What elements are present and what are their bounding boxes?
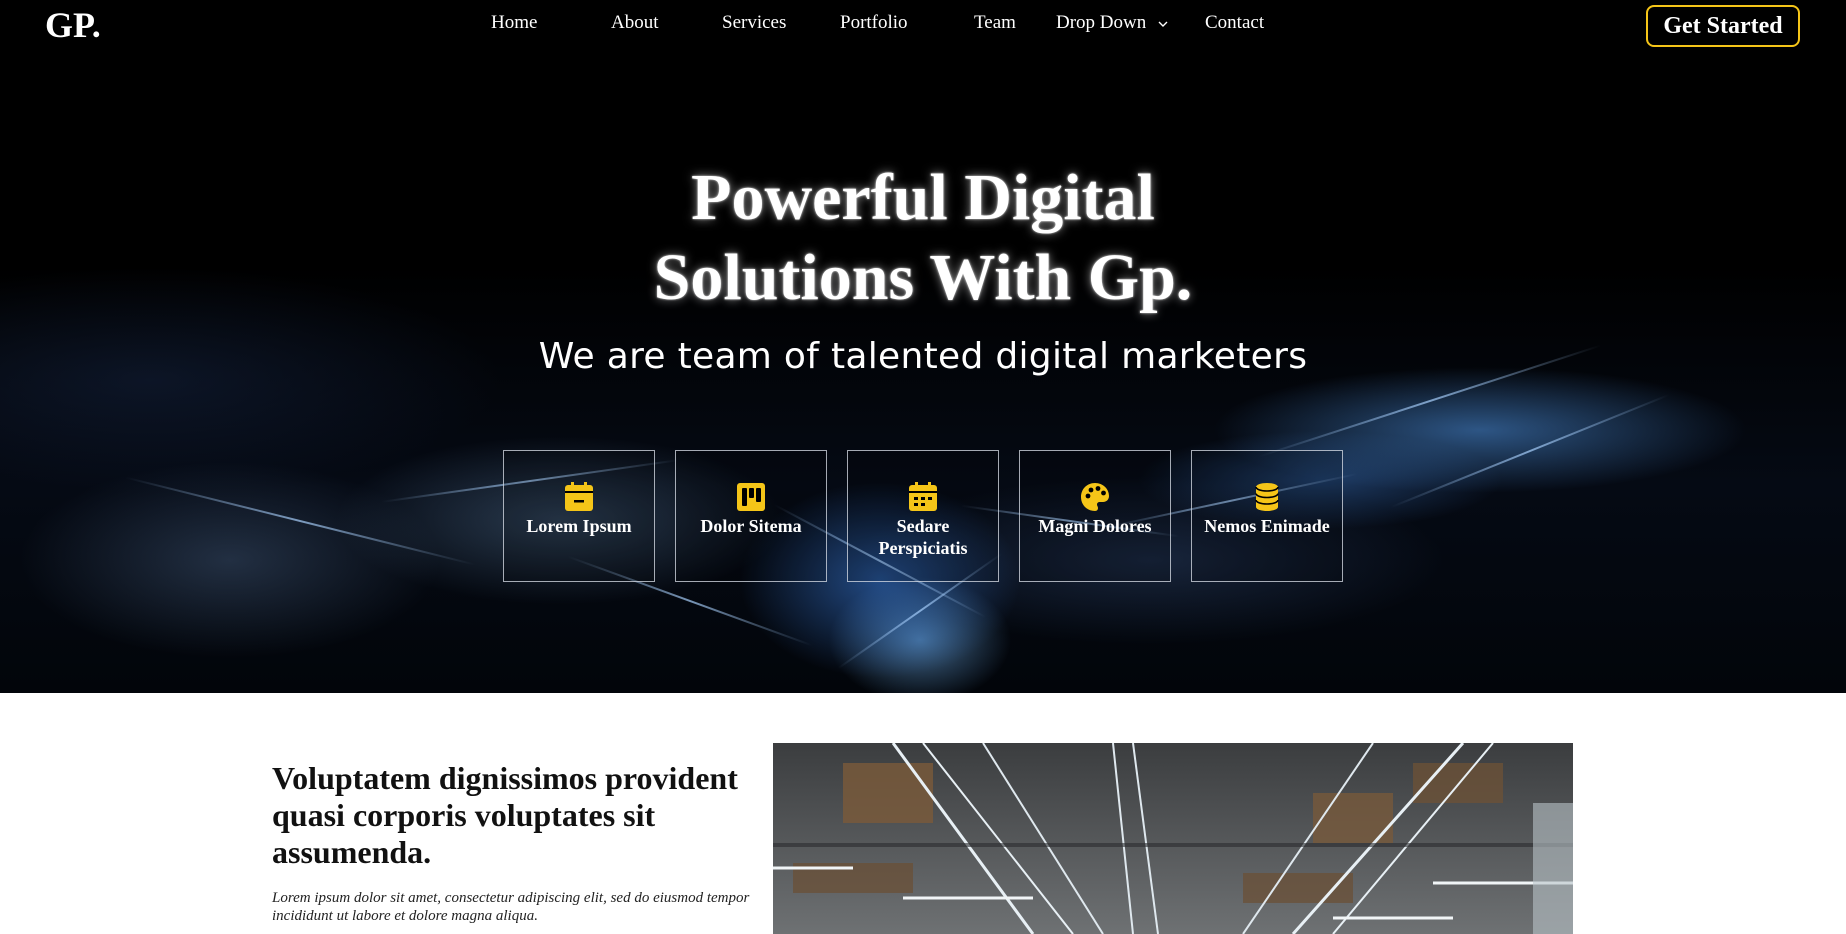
nav-item-about[interactable]: About — [611, 12, 659, 34]
main-nav: Home About Services Portfolio Team Drop … — [0, 12, 1846, 42]
hero-title: Powerful Digital Solutions With Gp. — [0, 158, 1846, 318]
feature-box-lorem-ipsum[interactable]: Lorem Ipsum — [503, 450, 655, 582]
feature-box-dolor-sitema[interactable]: Dolor Sitema — [675, 450, 827, 582]
about-heading: Voluptatem dignissimos provident quasi c… — [272, 760, 738, 870]
feature-box-nemos-enimade[interactable]: Nemos Enimade — [1191, 450, 1343, 582]
feature-label: Dolor Sitema — [700, 516, 802, 536]
feature-label: Lorem Ipsum — [526, 516, 632, 536]
feature-box-magni-dolores[interactable]: Magni Dolores — [1019, 450, 1171, 582]
nav-item-team[interactable]: Team — [974, 12, 1016, 34]
feature-label: Sedare Perspiciatis — [878, 516, 968, 558]
feature-boxes: Lorem Ipsum Dolor Sitema Sedare Perspici… — [0, 450, 1846, 582]
chevron-down-icon — [1158, 21, 1168, 27]
hero-section: GP. Home About Services Portfolio Team D… — [0, 0, 1846, 693]
about-text: Lorem ipsum dolor sit amet, consectetur … — [272, 890, 750, 924]
feature-box-sedare-perspiciatis[interactable]: Sedare Perspiciatis — [847, 450, 999, 582]
hero-title-line-1: Powerful Digital — [691, 161, 1155, 234]
nav-item-home[interactable]: Home — [491, 12, 537, 34]
database-icon — [1255, 483, 1279, 511]
nav-item-contact[interactable]: Contact — [1205, 12, 1264, 34]
nav-item-dropdown-label: Drop Down — [1056, 12, 1147, 33]
nav-item-dropdown[interactable]: Drop Down — [1056, 12, 1169, 34]
hero-title-line-2: Solutions With Gp. — [653, 241, 1193, 314]
feature-label: Magni Dolores — [1038, 516, 1152, 536]
calendar-grid-icon — [909, 482, 937, 511]
nav-item-portfolio[interactable]: Portfolio — [840, 12, 908, 34]
calendar-minus-icon — [565, 482, 593, 511]
office-photo-illustration — [773, 743, 1573, 934]
feature-label: Nemos Enimade — [1204, 516, 1330, 536]
get-started-button[interactable]: Get Started — [1646, 5, 1800, 47]
office-interior-image — [773, 743, 1573, 934]
nav-item-services[interactable]: Services — [722, 12, 786, 34]
palette-icon — [1081, 483, 1109, 511]
hero-subtitle: We are team of talented digital marketer… — [538, 336, 1308, 377]
kanban-icon — [737, 483, 765, 511]
